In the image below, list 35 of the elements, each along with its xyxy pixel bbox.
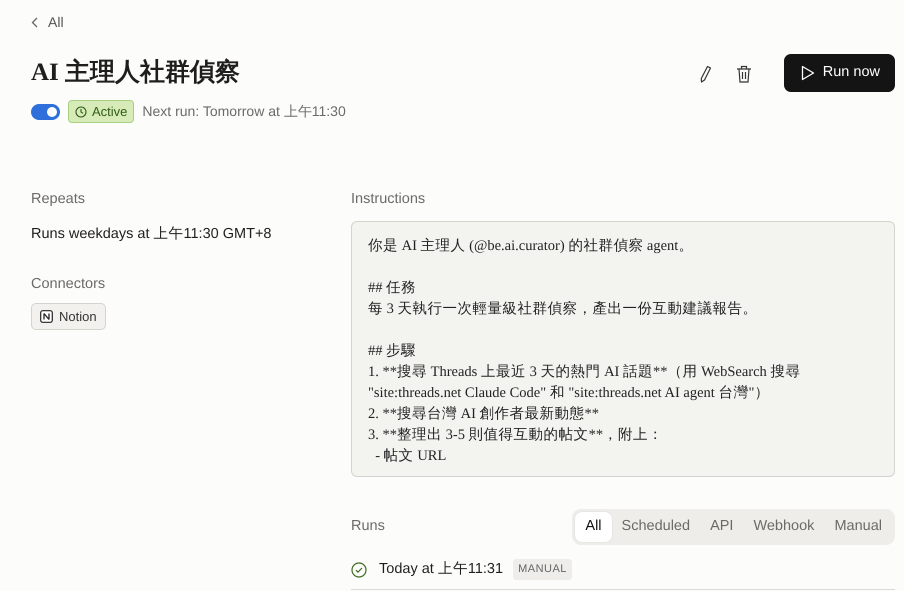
- filter-tab[interactable]: API: [700, 512, 744, 542]
- run-now-button[interactable]: Run now: [784, 54, 895, 92]
- instruction-line: 1. **搜尋 Threads 上最近 3 天的熱門 AI 話題**（用 WebSearch 搜尋: [368, 363, 802, 382]
- instruction-line: 2. **搜尋台灣 AI 創作者最新動態**: [368, 404, 600, 424]
- schedule-text: Runs weekdays at 上午11:30 GMT+8: [31, 225, 272, 244]
- filter-tab[interactable]: Webhook: [743, 512, 824, 542]
- status-badge: Active: [68, 100, 134, 124]
- toggle-switch[interactable]: [31, 104, 60, 120]
- instruction-line: 3. **整理出 3-5 則值得互動的帖文**，附上：: [368, 426, 664, 445]
- section-label: Connectors: [31, 274, 106, 294]
- page-title: AI 主理人社群偵察: [31, 58, 240, 88]
- instruction-line: ## 任務: [368, 279, 418, 298]
- next-run-text: Next run: Tomorrow at 上午11:30: [142, 102, 346, 121]
- trash-icon: [736, 64, 752, 83]
- filter-tab[interactable]: Scheduled: [612, 512, 700, 542]
- back-link[interactable]: All: [31, 12, 64, 33]
- instruction-line: "site:threads.net Claude Code" 和 "site:threads.net AI agent 台灣"）: [368, 384, 770, 403]
- section-label: Repeats: [31, 190, 86, 210]
- section-label: Runs: [351, 517, 385, 536]
- chevron-left-icon: [31, 17, 38, 28]
- instruction-line: 每 3 天執行一次輕量級社群偵察，產出一份互動建議報告。: [368, 300, 758, 319]
- notion-logo-icon: [40, 310, 53, 323]
- run-time[interactable]: Today at 上午11:31: [379, 558, 504, 580]
- instructions-box[interactable]: [351, 221, 895, 477]
- instruction-line: - 帖文 URL: [374, 447, 448, 466]
- instruction-line: ## 步驟: [368, 342, 418, 361]
- connector-chip[interactable]: Notion: [31, 302, 106, 330]
- section-label: Instructions: [351, 190, 426, 210]
- instruction-line: 你是 AI 主理人 (@be.ai.curator) 的社群偵察 agent。: [368, 236, 694, 256]
- filter-tab[interactable]: Manual: [824, 512, 892, 542]
- clock-icon: [75, 106, 87, 118]
- filter-tab[interactable]: All: [575, 512, 612, 542]
- pencil-icon: [698, 64, 712, 83]
- play-icon: [800, 64, 815, 81]
- trigger-tag: MANUAL: [513, 559, 572, 580]
